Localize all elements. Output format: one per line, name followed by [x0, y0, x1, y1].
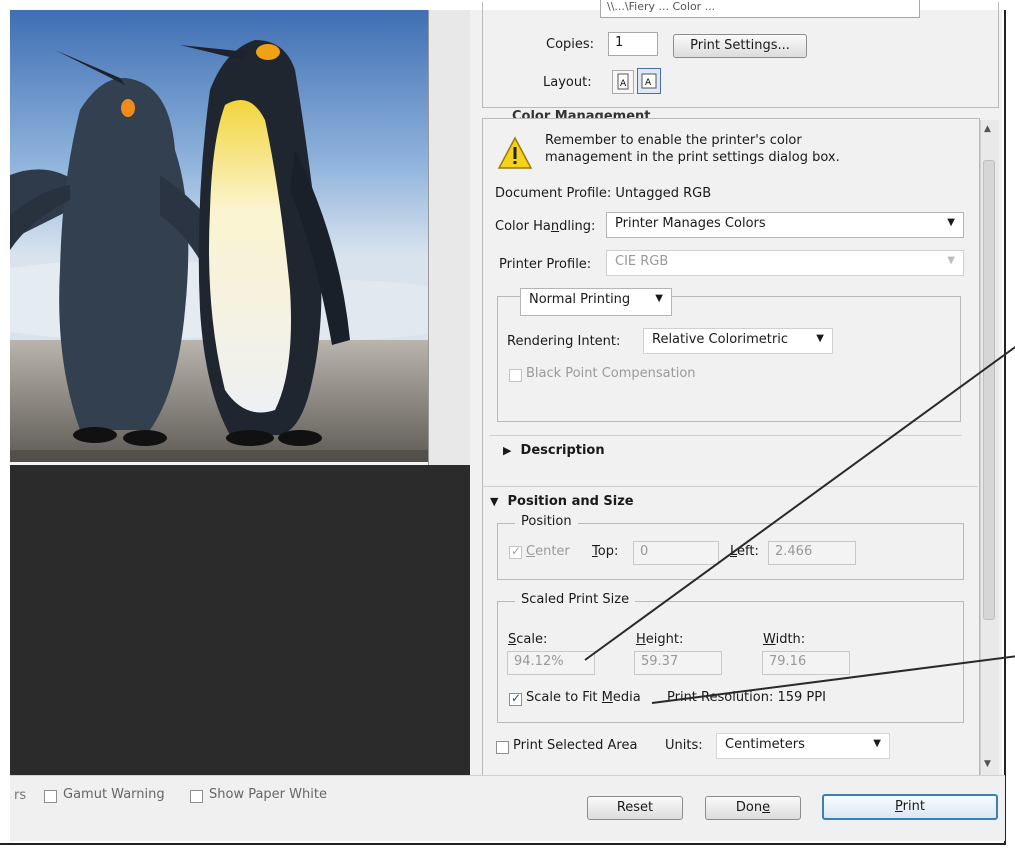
document-profile: Document Profile: Untagged RGB	[495, 186, 712, 201]
warning-icon	[497, 135, 533, 171]
triangle-right-icon: ▶	[503, 444, 512, 457]
divider	[490, 435, 962, 436]
svg-text:A: A	[620, 79, 627, 89]
black-point-checkbox[interactable]	[509, 369, 522, 382]
print-settings-button[interactable]: Print Settings...	[673, 34, 807, 58]
print-selected-area-label: Print Selected Area	[513, 738, 638, 753]
paper-margin	[428, 10, 471, 465]
left-label: Left:	[730, 544, 759, 559]
center-label: Center	[526, 544, 570, 559]
printer-select[interactable]: \\...\Fiery ... Color ...	[600, 0, 920, 18]
scaled-size-group-label: Scaled Print Size	[515, 592, 636, 607]
position-size-header[interactable]: ▼ Position and Size	[490, 494, 634, 509]
print-selected-area-checkbox[interactable]	[496, 741, 509, 754]
top-label: Top:	[592, 544, 619, 559]
print-button[interactable]: Print	[822, 794, 998, 820]
penguin-photo	[10, 10, 428, 462]
warning-line-1: Remember to enable the printer's color	[545, 133, 802, 148]
printer-profile-select[interactable]: CIE RGB ▼	[606, 250, 964, 276]
portrait-layout-icon[interactable]: A	[612, 70, 634, 94]
rendering-intent-label: Rendering Intent:	[507, 334, 621, 349]
scroll-up-icon[interactable]: ▲	[984, 124, 991, 134]
left-input[interactable]: 2.466	[768, 541, 856, 565]
scale-to-fit-checkbox[interactable]	[509, 691, 522, 706]
width-input[interactable]: 79.16	[762, 651, 850, 675]
printer-profile-label: Printer Profile:	[499, 257, 592, 272]
layout-label: Layout:	[543, 75, 592, 90]
gamut-warning-label: Gamut Warning	[63, 787, 165, 802]
done-button[interactable]: Done	[705, 796, 801, 820]
color-management-title: Color Management	[508, 108, 655, 118]
position-group-label: Position	[515, 514, 578, 529]
height-input[interactable]: 59.37	[634, 651, 722, 675]
copies-label: Copies:	[546, 37, 595, 52]
copies-input[interactable]: 1	[608, 32, 658, 56]
frame-bottom	[0, 843, 1006, 845]
triangle-down-icon: ▼	[490, 495, 499, 508]
chevron-down-icon: ▼	[816, 333, 824, 344]
description-header[interactable]: ▶ Description	[503, 443, 605, 458]
width-label: Width:	[763, 632, 806, 647]
scale-input[interactable]: 94.12%	[507, 651, 595, 675]
normal-printing-select[interactable]: Normal Printing ▼	[520, 288, 672, 316]
preview-background	[10, 465, 470, 775]
warning-line-2: management in the print settings dialog …	[545, 150, 840, 165]
center-checkbox[interactable]	[509, 544, 522, 559]
truncated-option-label: rs	[14, 788, 27, 803]
reset-button[interactable]: Reset	[587, 796, 683, 820]
units-select[interactable]: Centimeters ▼	[716, 733, 890, 759]
scale-label: Scale:	[508, 632, 548, 647]
height-label: Height:	[636, 632, 684, 647]
chevron-down-icon: ▼	[655, 293, 663, 304]
print-resolution: Print Resolution: 159 PPI	[667, 690, 826, 705]
scroll-down-icon[interactable]: ▼	[984, 759, 991, 769]
chevron-down-icon: ▼	[947, 255, 955, 266]
black-point-label: Black Point Compensation	[526, 366, 696, 381]
chevron-down-icon: ▼	[873, 738, 881, 749]
color-handling-label: Color Handling:	[495, 219, 596, 234]
rendering-intent-select[interactable]: Relative Colorimetric ▼	[643, 328, 833, 354]
frame-right	[1004, 10, 1006, 845]
divider	[482, 486, 978, 487]
units-label: Units:	[665, 738, 703, 753]
scale-to-fit-label: Scale to Fit Media	[526, 690, 641, 705]
svg-text:A: A	[645, 78, 652, 88]
top-input[interactable]: 0	[633, 541, 719, 565]
chevron-down-icon: ▼	[947, 217, 955, 228]
landscape-layout-icon[interactable]: A	[637, 68, 661, 94]
show-paper-white-label: Show Paper White	[209, 787, 327, 802]
color-handling-select[interactable]: Printer Manages Colors ▼	[606, 212, 964, 238]
gamut-warning-checkbox[interactable]	[44, 790, 57, 803]
scrollbar-thumb[interactable]	[983, 160, 995, 620]
show-paper-white-checkbox[interactable]	[190, 790, 203, 803]
